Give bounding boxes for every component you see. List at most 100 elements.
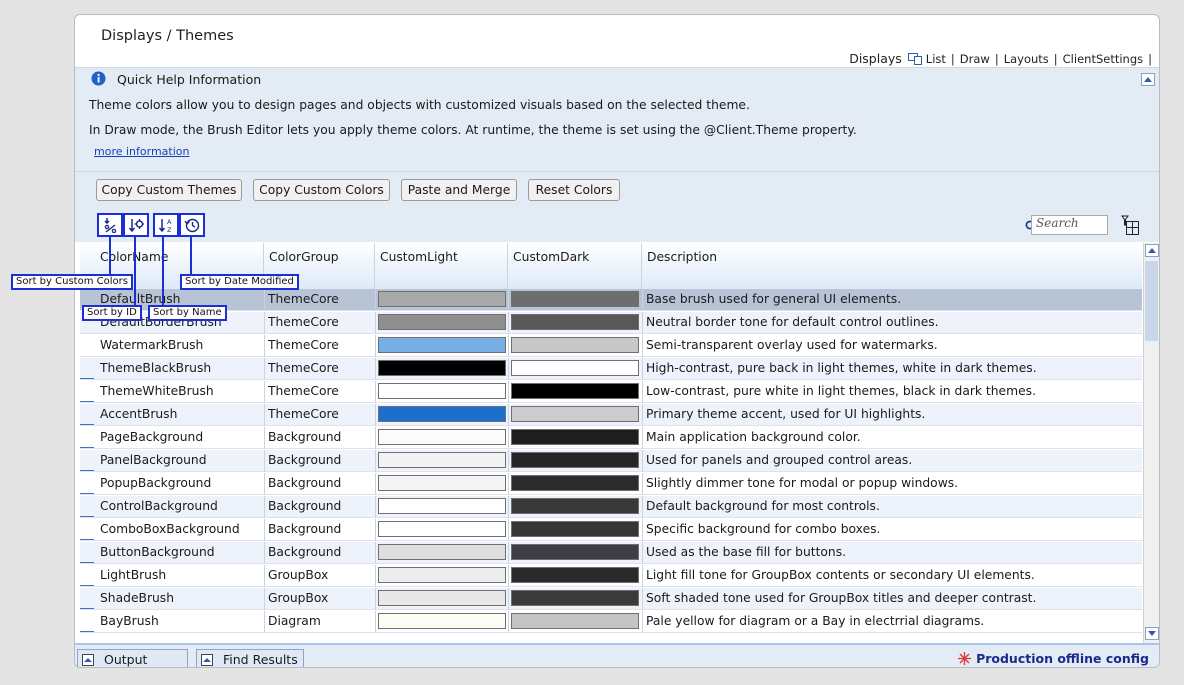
table-row[interactable]: WatermarkBrush ThemeCore Semi-transparent … [80, 335, 1142, 357]
swatch-custom-dark[interactable] [511, 429, 639, 445]
tooltip-leader [109, 236, 111, 274]
swatch-custom-dark[interactable] [511, 590, 639, 606]
cell-description: Used for panels and grouped control area… [646, 453, 913, 467]
swatch-custom-light[interactable] [378, 337, 506, 353]
sort-custom-colors-button[interactable] [97, 213, 123, 237]
cell-color-name: WatermarkBrush [100, 338, 204, 352]
sort-name-button[interactable]: AZ [153, 213, 179, 237]
scroll-up-button[interactable] [1145, 244, 1159, 257]
tooltip-leader [162, 236, 164, 306]
table-row[interactable]: ControlBackground Background Default backg… [80, 496, 1142, 518]
column-divider [264, 335, 265, 357]
swatch-custom-dark[interactable] [511, 383, 639, 399]
cell-color-group: Background [268, 522, 342, 536]
quick-help-body: Theme colors allow you to design pages a… [75, 89, 1159, 172]
nav-layouts-link[interactable]: Layouts [1004, 52, 1049, 66]
more-information-link[interactable]: more information [94, 145, 189, 158]
swatch-custom-dark[interactable] [511, 498, 639, 514]
vertical-scrollbar[interactable] [1143, 243, 1159, 643]
table-row[interactable]: ButtonBackground Background Used as the ba… [80, 542, 1142, 564]
swatch-custom-dark[interactable] [511, 406, 639, 422]
swatch-custom-dark[interactable] [511, 521, 639, 537]
cell-color-group: Background [268, 476, 342, 490]
cell-description: High-contrast, pure back in light themes… [646, 361, 1037, 375]
column-divider [642, 427, 643, 449]
cell-color-name: ThemeWhiteBrush [100, 384, 214, 398]
swatch-custom-light[interactable] [378, 383, 506, 399]
cell-color-group: Background [268, 545, 342, 559]
table-row[interactable]: LightBrush GroupBox Light fill tone for Gr… [80, 565, 1142, 587]
table-row[interactable]: DefaultBorderBrush ThemeCore Neutral borde… [80, 312, 1142, 334]
column-divider [375, 450, 376, 472]
column-chooser-icon[interactable] [1121, 215, 1139, 235]
column-header-description[interactable]: Description [642, 243, 1142, 289]
swatch-custom-light[interactable] [378, 544, 506, 560]
table-row[interactable]: PopupBackground Background Slightly dimmer… [80, 473, 1142, 495]
swatch-custom-light[interactable] [378, 291, 506, 307]
scroll-thumb[interactable] [1145, 261, 1158, 341]
chevron-up-icon [1148, 248, 1156, 253]
collapse-help-button[interactable] [1141, 73, 1155, 86]
reset-colors-button[interactable]: Reset Colors [528, 179, 620, 201]
swatch-custom-light[interactable] [378, 613, 506, 629]
column-header-customlight[interactable]: CustomLight [375, 243, 508, 289]
swatch-custom-light[interactable] [378, 590, 506, 606]
swatch-custom-dark[interactable] [511, 613, 639, 629]
paste-and-merge-button[interactable]: Paste and Merge [401, 179, 517, 201]
sort-percent-icon [104, 218, 117, 233]
scroll-down-button[interactable] [1145, 627, 1159, 640]
table-row[interactable]: ThemeBlackBrush ThemeCore High-contrast, p… [80, 358, 1142, 380]
swatch-custom-light[interactable] [378, 498, 506, 514]
column-divider [508, 427, 509, 449]
swatch-custom-dark[interactable] [511, 337, 639, 353]
swatch-custom-dark[interactable] [511, 475, 639, 491]
swatch-custom-dark[interactable] [511, 544, 639, 560]
copy-custom-themes-button[interactable]: Copy Custom Themes [96, 179, 242, 201]
table-row[interactable]: DefaultBrush ThemeCore Base brush used for… [80, 289, 1142, 311]
nav-draw-link[interactable]: Draw [960, 52, 990, 66]
column-divider [264, 519, 265, 541]
table-row[interactable]: BayBrush Diagram Pale yellow for diagram o… [80, 611, 1142, 633]
cell-description: Main application background color. [646, 430, 861, 444]
cell-description: Semi-transparent overlay used for waterm… [646, 338, 938, 352]
swatch-custom-light[interactable] [378, 406, 506, 422]
search-input[interactable]: Search [1031, 215, 1108, 235]
table-row[interactable]: PanelBackground Background Used for panels… [80, 450, 1142, 472]
sort-id-button[interactable] [123, 213, 149, 237]
swatch-custom-dark[interactable] [511, 452, 639, 468]
row-indicator [80, 608, 94, 609]
table-row[interactable]: ShadeBrush GroupBox Soft shaded tone used … [80, 588, 1142, 610]
swatch-custom-light[interactable] [378, 429, 506, 445]
column-divider [642, 473, 643, 495]
nav-clientsettings-link[interactable]: ClientSettings [1063, 52, 1143, 66]
copy-custom-colors-button[interactable]: Copy Custom Colors [253, 179, 390, 201]
table-row[interactable]: AccentBrush ThemeCore Primary theme accent… [80, 404, 1142, 426]
swatch-custom-light[interactable] [378, 360, 506, 376]
swatch-custom-dark[interactable] [511, 567, 639, 583]
table-row[interactable]: ThemeWhiteBrush ThemeCore Low-contrast, pu… [80, 381, 1142, 403]
swatch-custom-light[interactable] [378, 567, 506, 583]
column-divider [375, 611, 376, 633]
swatch-custom-light[interactable] [378, 314, 506, 330]
swatch-custom-light[interactable] [378, 452, 506, 468]
table-row[interactable]: PageBackground Background Main application… [80, 427, 1142, 449]
output-panel-button[interactable]: Output [77, 649, 188, 667]
sort-date-modified-button[interactable] [179, 213, 205, 237]
cell-color-name: ShadeBrush [100, 591, 174, 605]
swatch-custom-dark[interactable] [511, 360, 639, 376]
themes-panel: Displays / Themes Displays List | Draw |… [74, 14, 1160, 668]
cell-color-name: PanelBackground [100, 453, 207, 467]
swatch-custom-dark[interactable] [511, 314, 639, 330]
swatch-custom-light[interactable] [378, 475, 506, 491]
cell-description: Slightly dimmer tone for modal or popup … [646, 476, 959, 490]
swatch-custom-light[interactable] [378, 521, 506, 537]
column-header-customdark[interactable]: CustomDark [508, 243, 642, 289]
swatch-custom-dark[interactable] [511, 291, 639, 307]
nav-list-link[interactable]: List [926, 52, 946, 66]
column-divider [375, 496, 376, 518]
row-indicator [80, 585, 94, 586]
expand-up-icon [201, 654, 213, 666]
column-divider [642, 588, 643, 610]
table-row[interactable]: ComboBoxBackground Background Specific bac… [80, 519, 1142, 541]
find-results-button[interactable]: Find Results [196, 649, 304, 667]
